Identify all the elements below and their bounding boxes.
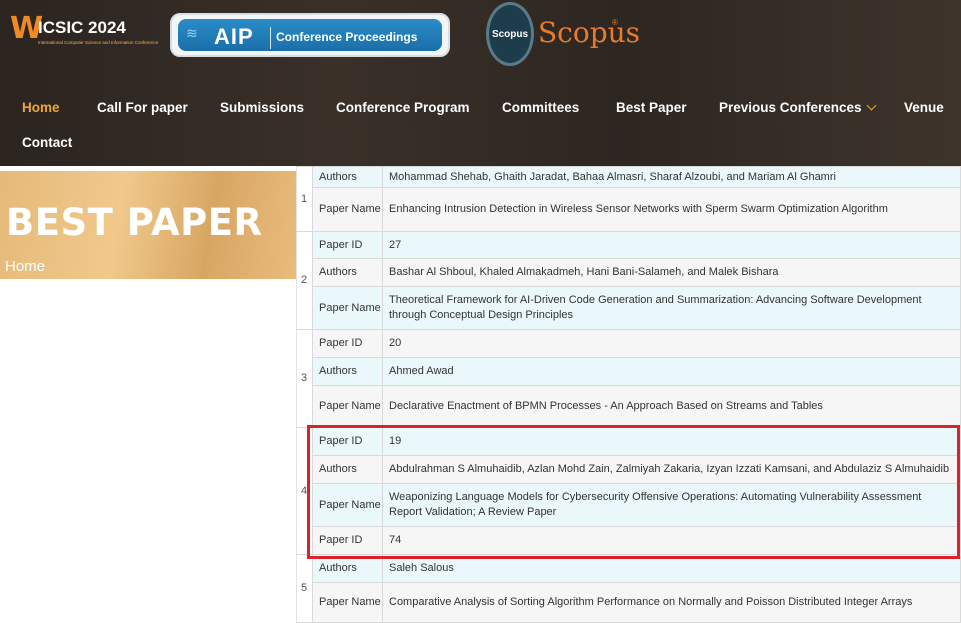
row-label: Paper Name bbox=[312, 385, 383, 428]
table-row: 1 Authors Mohammad Shehab, Ghaith Jarada… bbox=[296, 166, 961, 232]
row-label: Authors bbox=[312, 166, 383, 188]
row-value: 20 bbox=[382, 329, 961, 358]
table-row: Authors Bashar Al Shboul, Khaled Almakad… bbox=[297, 258, 961, 287]
table-row: Authors Ahmed Awad bbox=[297, 357, 961, 386]
nav-home[interactable]: Home bbox=[22, 100, 60, 115]
row-value: Declarative Enactment of BPMN Processes … bbox=[382, 385, 961, 428]
row-label: Authors bbox=[312, 455, 383, 484]
row-label: Paper ID bbox=[312, 329, 383, 358]
row-value: Mohammad Shehab, Ghaith Jaradat, Bahaa A… bbox=[382, 166, 961, 188]
row-label: Paper Name bbox=[312, 286, 383, 330]
row-label: Paper Name bbox=[312, 187, 383, 232]
icsic-logo-text: ICSIC 2024 bbox=[38, 18, 126, 37]
aip-swirl-icon: ≋ bbox=[186, 25, 198, 41]
nav-committees[interactable]: Committees bbox=[502, 100, 579, 115]
page-banner: BEST PAPER Home bbox=[0, 171, 296, 279]
logo-bar: W ICSIC 2024 International Computer Scie… bbox=[0, 0, 961, 75]
table-row: Paper ID 74 bbox=[297, 526, 961, 555]
best-paper-table-container: 1 Authors Mohammad Shehab, Ghaith Jarada… bbox=[296, 166, 961, 623]
nav-conference-program[interactable]: Conference Program bbox=[336, 100, 470, 115]
row-value: Theoretical Framework for AI-Driven Code… bbox=[382, 286, 961, 330]
scopus-logo: Scopus Scopus ® bbox=[486, 2, 640, 66]
scopus-badge-icon: Scopus bbox=[486, 2, 534, 66]
row-value: Weaponizing Language Models for Cybersec… bbox=[382, 483, 961, 527]
row-label: Paper ID bbox=[312, 427, 383, 456]
icsic-logo-subtitle: International Computer Science and Infor… bbox=[38, 40, 159, 45]
table-row: Paper Name Enhancing Intrusion Detection… bbox=[297, 187, 961, 232]
table-row: 4 Paper ID 19 bbox=[296, 427, 961, 555]
nav-venue[interactable]: Venue bbox=[904, 100, 944, 115]
nav-call-for-paper[interactable]: Call For paper bbox=[97, 100, 188, 115]
aip-logo: ≋ AIP Conference Proceedings bbox=[170, 13, 450, 57]
row-value: 19 bbox=[382, 427, 961, 456]
table-row: Authors Abdulrahman S Almuhaidib, Azlan … bbox=[297, 455, 961, 484]
chevron-down-icon bbox=[866, 100, 877, 111]
page-title: BEST PAPER bbox=[6, 201, 263, 244]
group-number: 5 bbox=[296, 554, 313, 623]
main-nav: Home Call For paper Submissions Conferen… bbox=[0, 90, 961, 162]
site-header: W ICSIC 2024 International Computer Scie… bbox=[0, 0, 961, 166]
row-value: Abdulrahman S Almuhaidib, Azlan Mohd Zai… bbox=[382, 455, 961, 484]
row-label: Paper ID bbox=[312, 526, 383, 555]
nav-submissions[interactable]: Submissions bbox=[220, 100, 304, 115]
best-paper-table: 1 Authors Mohammad Shehab, Ghaith Jarada… bbox=[296, 166, 961, 623]
row-label: Paper ID bbox=[312, 231, 383, 259]
row-value: Saleh Salous bbox=[382, 554, 961, 583]
group-number: 4 bbox=[296, 427, 313, 555]
breadcrumb[interactable]: Home bbox=[5, 258, 45, 275]
table-row: Paper Name Comparative Analysis of Sorti… bbox=[297, 582, 961, 623]
table-row: 5 Authors Saleh Salous bbox=[296, 554, 961, 623]
row-label: Authors bbox=[312, 357, 383, 386]
row-value: 27 bbox=[382, 231, 961, 259]
row-label: Paper Name bbox=[312, 582, 383, 623]
table-row: Paper Name Theoretical Framework for AI-… bbox=[297, 286, 961, 330]
nav-previous-conferences[interactable]: Previous Conferences bbox=[719, 100, 877, 115]
icsic-logo[interactable]: W ICSIC 2024 International Computer Scie… bbox=[10, 12, 158, 52]
group-number: 3 bbox=[296, 329, 313, 428]
row-label: Authors bbox=[312, 258, 383, 287]
row-value: Ahmed Awad bbox=[382, 357, 961, 386]
aip-logo-subtitle: Conference Proceedings bbox=[276, 30, 418, 44]
row-value: Comparative Analysis of Sorting Algorith… bbox=[382, 582, 961, 623]
row-value: Enhancing Intrusion Detection in Wireles… bbox=[382, 187, 961, 232]
row-value: 74 bbox=[382, 526, 961, 555]
table-row: 2 Paper ID 27 bbox=[296, 231, 961, 330]
row-label: Authors bbox=[312, 554, 383, 583]
scopus-wordmark: Scopus bbox=[538, 16, 641, 49]
row-label: Paper Name bbox=[312, 483, 383, 527]
group-number: 1 bbox=[296, 166, 313, 232]
nav-contact[interactable]: Contact bbox=[22, 135, 72, 150]
table-row: Paper Name Weaponizing Language Models f… bbox=[297, 483, 961, 527]
table-row: Paper Name Declarative Enactment of BPMN… bbox=[297, 385, 961, 428]
group-number: 2 bbox=[296, 231, 313, 330]
aip-logo-text: AIP bbox=[214, 24, 254, 49]
row-value: Bashar Al Shboul, Khaled Almakadmeh, Han… bbox=[382, 258, 961, 287]
table-row: 3 Paper ID 20 bbox=[296, 329, 961, 428]
nav-best-paper[interactable]: Best Paper bbox=[616, 100, 687, 115]
